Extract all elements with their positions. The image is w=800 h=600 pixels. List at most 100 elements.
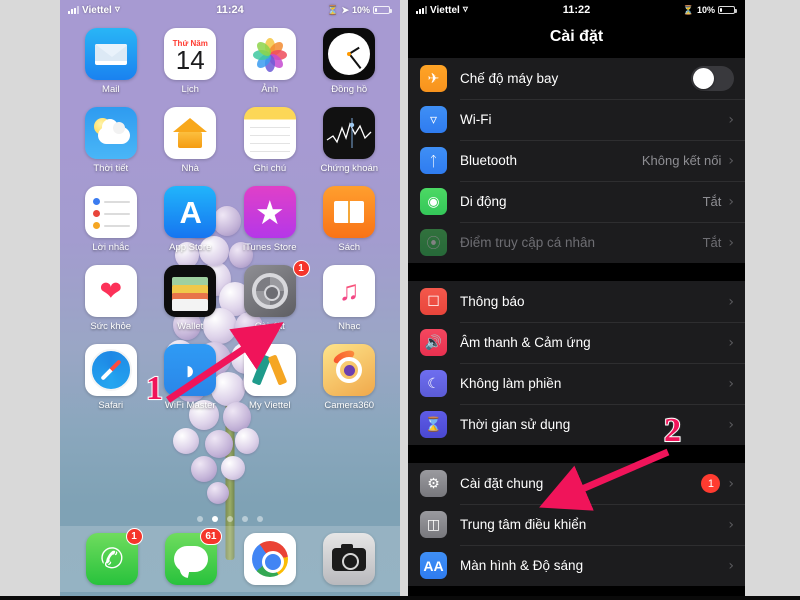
app-clock[interactable]: Đồng hồ: [315, 28, 385, 95]
safari-compass-icon: [84, 344, 137, 396]
settings-row-personal-hotspot[interactable]: ⦿ Điểm truy cập cá nhân Tắt ›: [408, 222, 745, 263]
airplane-mode-toggle[interactable]: [691, 66, 734, 91]
general-gear-icon: ⚙: [420, 470, 447, 497]
row-value: Tắt: [702, 194, 722, 209]
app-label: Mail: [102, 84, 120, 95]
app-my-viettel[interactable]: My Viettel: [235, 344, 305, 411]
airplane-icon: ✈: [420, 65, 447, 92]
camera-icon: [322, 533, 375, 585]
clock-icon: [323, 28, 376, 80]
settings-row-display-brightness[interactable]: AA Màn hình & Độ sáng ›: [408, 545, 745, 586]
battery-icon: [373, 6, 392, 14]
photos-icon: [243, 28, 296, 80]
app-mail[interactable]: Mail: [76, 28, 146, 95]
app-label: Sức khỏe: [90, 321, 132, 332]
row-label: Âm thanh & Cảm ứng: [460, 335, 591, 350]
chevron-right-icon: ›: [728, 193, 734, 210]
app-label: My Viettel: [248, 400, 291, 411]
app-label: Cài đặt: [254, 321, 285, 332]
reminders-icon: [84, 186, 137, 238]
settings-row-sounds-haptics[interactable]: 🔊 Âm thanh & Cảm ứng ›: [408, 322, 745, 363]
app-app-store[interactable]: A App Store: [156, 186, 226, 253]
screenshot-canvas: Viettel ▿ 11:24 ⏳ ➤ 10% Mail Thứ Năm 14: [0, 0, 800, 600]
settings-row-screen-time[interactable]: ⌛ Thời gian sử dụng ›: [408, 404, 745, 445]
app-notes[interactable]: Ghi chú: [235, 107, 305, 174]
row-label: Điểm truy cập cá nhân: [460, 235, 596, 250]
page-indicator-dots[interactable]: [60, 516, 400, 522]
row-label: Wi-Fi: [460, 112, 492, 127]
app-home[interactable]: Nhà: [156, 107, 226, 174]
right-status-bar: Viettel ▿ 11:22 ⏳ 10%: [408, 0, 745, 20]
settings-row-control-center[interactable]: ◫ Trung tâm điều khiển ›: [408, 504, 745, 545]
settings-row-wifi[interactable]: ▿ Wi-Fi ›: [408, 99, 745, 140]
app-photos[interactable]: Ảnh: [235, 28, 305, 95]
app-wallet[interactable]: Wallet: [156, 265, 226, 332]
alarm-icon: ⏳: [682, 4, 694, 15]
settings-row-cellular[interactable]: ◉ Di động Tắt ›: [408, 181, 745, 222]
wallet-icon: [164, 265, 217, 317]
chrome-icon: [243, 533, 296, 585]
app-label: App Store: [169, 242, 212, 253]
app-reminders[interactable]: Lời nhắc: [76, 186, 146, 253]
music-icon: ♫: [323, 265, 376, 317]
settings-row-general[interactable]: ⚙ Cài đặt chung 1 ›: [408, 463, 745, 504]
chevron-right-icon: ›: [728, 416, 734, 433]
location-arrow-icon: ➤: [341, 4, 349, 15]
dock-app-camera[interactable]: [322, 533, 375, 585]
app-itunes-store[interactable]: ★ iTunes Store: [235, 186, 305, 253]
chevron-right-icon: ›: [728, 557, 734, 574]
app-label: WiFi Master: [164, 400, 216, 411]
my-viettel-icon: [243, 344, 296, 396]
display-brightness-icon: AA: [420, 552, 447, 579]
app-label: Thời tiết: [93, 163, 129, 174]
app-health[interactable]: ❤ Sức khỏe: [76, 265, 146, 332]
settings-row-bluetooth[interactable]: ᛏ Bluetooth Không kết nối ›: [408, 140, 745, 181]
notifications-icon: ☐: [420, 288, 447, 315]
group-separator: [408, 263, 745, 281]
app-label: Wallet: [177, 321, 204, 332]
settings-group-notifications: ☐ Thông báo › 🔊 Âm thanh & Cảm ứng › ☾ K…: [408, 281, 745, 445]
battery-percent: 10%: [351, 5, 370, 15]
app-label: iTunes Store: [242, 242, 297, 253]
app-weather[interactable]: Thời tiết: [76, 107, 146, 174]
phone-gap-margin: [400, 0, 408, 600]
row-label: Cài đặt chung: [460, 476, 544, 491]
settings-row-airplane-mode[interactable]: ✈ Chế độ máy bay: [408, 58, 745, 99]
app-store-icon: A: [164, 186, 217, 238]
app-camera360[interactable]: Camera360: [315, 344, 385, 411]
left-phone-home-screen: Viettel ▿ 11:24 ⏳ ➤ 10% Mail Thứ Năm 14: [60, 0, 400, 600]
wifi-master-icon: ◗: [164, 344, 217, 396]
row-label: Thời gian sử dụng: [460, 417, 571, 432]
row-label: Di động: [460, 194, 507, 209]
settings-group-connectivity: ✈ Chế độ máy bay ▿ Wi-Fi › ᛏ Bluetooth K…: [408, 58, 745, 263]
chevron-right-icon: ›: [728, 475, 734, 492]
row-value: Tắt: [702, 235, 722, 250]
bottom-edge: [0, 596, 800, 600]
dock-app-phone[interactable]: ✆ 1: [85, 528, 143, 585]
row-label: Màn hình & Độ sáng: [460, 558, 584, 573]
app-label: Safari: [98, 400, 124, 411]
row-label: Không làm phiền: [460, 376, 562, 391]
itunes-store-icon: ★: [243, 186, 296, 238]
app-stocks[interactable]: Chứng khoán: [315, 107, 385, 174]
app-safari[interactable]: Safari: [76, 344, 146, 411]
chevron-right-icon: ›: [728, 234, 734, 251]
app-wifi-master[interactable]: ◗ WiFi Master: [156, 344, 226, 411]
notes-icon: [243, 107, 296, 159]
row-value: Không kết nối: [641, 153, 722, 168]
right-page-margin: [745, 0, 800, 600]
app-settings[interactable]: 1 Cài đặt: [235, 260, 310, 332]
alarm-icon: ⏳: [327, 4, 339, 15]
sound-haptics-icon: 🔊: [420, 329, 447, 356]
settings-row-notifications[interactable]: ☐ Thông báo ›: [408, 281, 745, 322]
app-books[interactable]: Sách: [315, 186, 385, 253]
do-not-disturb-moon-icon: ☾: [420, 370, 447, 397]
dock-app-messages[interactable]: 61: [164, 528, 222, 585]
calendar-icon: Thứ Năm 14: [164, 28, 217, 80]
app-label: Đồng hồ: [331, 84, 368, 95]
control-center-icon: ◫: [420, 511, 447, 538]
app-music[interactable]: ♫ Nhạc: [315, 265, 385, 332]
dock-app-chrome[interactable]: [243, 533, 296, 585]
settings-row-do-not-disturb[interactable]: ☾ Không làm phiền ›: [408, 363, 745, 404]
app-calendar[interactable]: Thứ Năm 14 Lịch: [156, 28, 226, 95]
